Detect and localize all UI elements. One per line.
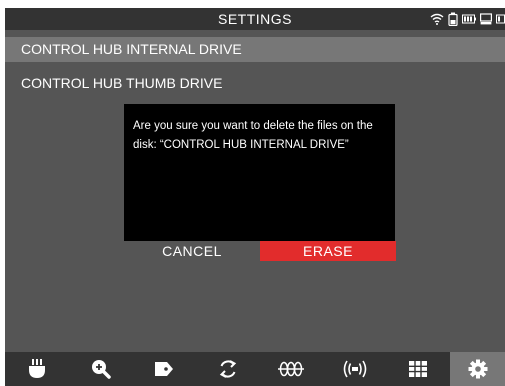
drive-icon	[480, 13, 492, 25]
bottom-toolbar	[5, 352, 505, 386]
wifi-icon	[430, 13, 444, 25]
status-icons	[430, 11, 505, 27]
nav-probe[interactable]	[9, 352, 64, 386]
nav-rotate[interactable]	[200, 352, 255, 386]
cancel-button[interactable]: CANCEL	[124, 241, 260, 261]
zoom-in-icon	[91, 359, 111, 379]
nav-zoom[interactable]	[73, 352, 128, 386]
probe-icon	[28, 359, 46, 379]
nav-settings[interactable]	[450, 352, 505, 386]
battery-icon	[496, 14, 505, 24]
battery-icon	[448, 12, 458, 26]
rotate-icon	[218, 359, 238, 379]
confirm-dialog: Are you sure you want to delete the file…	[124, 104, 395, 241]
nav-grid[interactable]	[390, 352, 445, 386]
nav-broadcast[interactable]	[327, 352, 382, 386]
gear-icon	[468, 359, 488, 379]
tag-icon	[154, 361, 174, 377]
grid-icon	[408, 361, 427, 377]
drive-item-internal[interactable]: CONTROL HUB INTERNAL DRIVE	[5, 37, 505, 62]
settings-screen: SETTINGS CONTROL HUB INTERNAL DRIVE CONT…	[5, 8, 505, 386]
signal-icon	[277, 361, 304, 377]
battery-icon	[462, 14, 476, 24]
drive-item-thumb[interactable]: CONTROL HUB THUMB DRIVE	[5, 71, 505, 96]
erase-button[interactable]: ERASE	[260, 241, 396, 261]
nav-signal[interactable]	[263, 352, 318, 386]
nav-tag[interactable]	[136, 352, 191, 386]
broadcast-icon	[342, 360, 368, 378]
top-bar: SETTINGS	[5, 8, 505, 30]
dialog-message: Are you sure you want to delete the file…	[133, 120, 373, 151]
